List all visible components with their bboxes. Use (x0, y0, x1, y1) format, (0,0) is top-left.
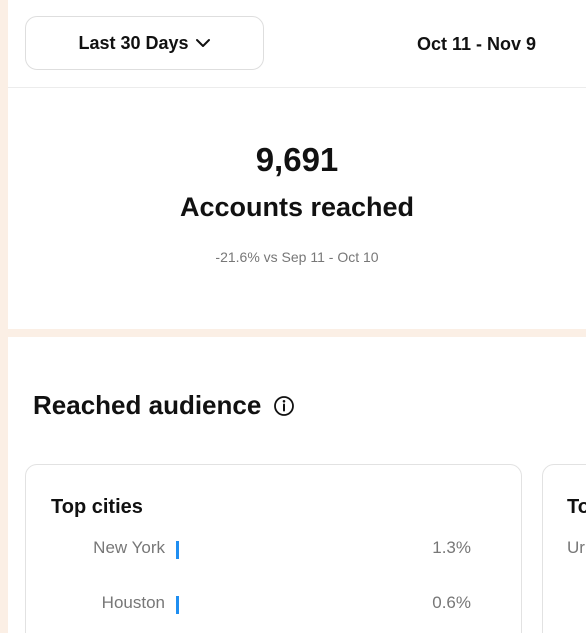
reached-audience-heading: Reached audience (33, 390, 295, 421)
city-percent: 0.6% (432, 593, 471, 612)
info-icon[interactable] (273, 395, 295, 417)
chevron-down-icon (195, 39, 210, 47)
accounts-reached-value: 9,691 (255, 141, 339, 178)
next-card-title: To (567, 496, 586, 518)
accounts-reached-label: Accounts reached (179, 192, 415, 222)
top-cities-title: Top cities (51, 496, 143, 518)
city-share-bar (176, 541, 179, 559)
list-item: Houston 0.6% (26, 593, 521, 623)
top-cities-card: Top cities New York 1.3% Houston 0.6% (25, 464, 522, 633)
next-audience-card: To Ur (542, 464, 586, 633)
list-item: Ur (543, 538, 586, 568)
city-share-bar (176, 596, 179, 614)
section-divider (8, 329, 586, 337)
insights-panel: Last 30 Days Oct 11 - Nov 9 9,691 Accoun… (8, 0, 586, 633)
city-name: New York (93, 538, 165, 557)
comparison-text: -21.6% vs Sep 11 - Oct 10 (215, 249, 379, 265)
date-range-dropdown-label: Last 30 Days (78, 32, 189, 53)
reached-audience-title: Reached audience (33, 390, 262, 420)
next-card-row-text: Ur (567, 538, 585, 557)
accounts-reached-summary: 9,691 Accounts reached -21.6% vs Sep 11 … (8, 89, 586, 329)
date-range-text: Oct 11 - Nov 9 (417, 34, 537, 54)
date-range-dropdown[interactable]: Last 30 Days (25, 16, 264, 70)
date-filter-bar: Last 30 Days Oct 11 - Nov 9 (8, 0, 586, 88)
city-name: Houston (101, 593, 165, 612)
list-item: New York 1.3% (26, 538, 521, 568)
city-percent: 1.3% (432, 538, 471, 557)
